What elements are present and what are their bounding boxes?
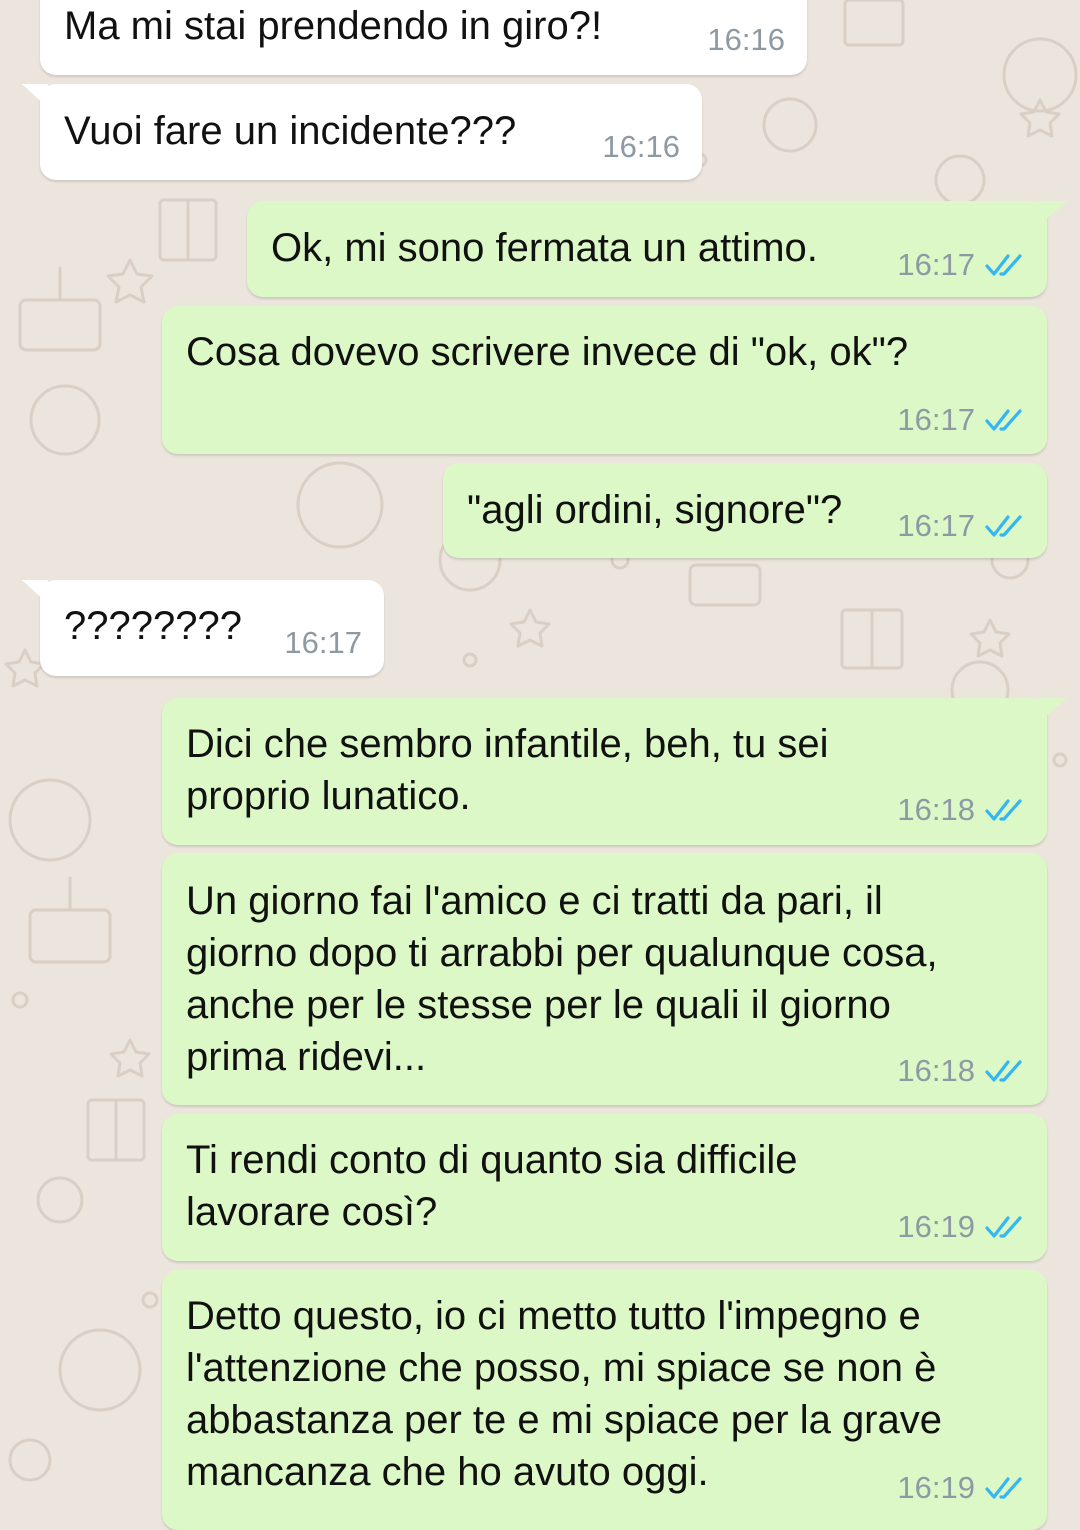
bubble-tail — [22, 84, 48, 108]
double-check-read-icon — [985, 1477, 1022, 1499]
message-text: Ok, mi sono fermata un attimo. — [271, 226, 818, 270]
message-text: "agli ordini, signore"? — [467, 488, 843, 532]
double-check-read-icon — [985, 1060, 1022, 1082]
message-text: Ti rendi conto di quanto sia difficile l… — [186, 1138, 798, 1234]
double-check-read-icon — [985, 1216, 1022, 1238]
message-time: 16:19 — [897, 1470, 975, 1505]
outgoing-message[interactable]: Detto questo, io ci metto tutto l'impegn… — [162, 1270, 1047, 1530]
message-meta: 16:16 — [707, 22, 785, 58]
outgoing-message[interactable]: Un giorno fai l'amico e ci tratti da par… — [162, 853, 1047, 1105]
message-time: 16:17 — [284, 625, 362, 660]
message-meta: 16:19 — [897, 1209, 1025, 1245]
message-meta: 16:19 — [897, 1470, 1025, 1506]
message-time: 16:18 — [897, 1053, 975, 1088]
message-meta: 16:17 — [897, 247, 1025, 283]
outgoing-message[interactable]: Ti rendi conto di quanto sia difficile l… — [162, 1114, 1047, 1261]
message-text: Cosa dovevo scrivere invece di "ok, ok"? — [186, 330, 909, 374]
message-meta: 16:18 — [897, 792, 1025, 828]
message-text: Un giorno fai l'amico e ci tratti da par… — [186, 879, 938, 1079]
bubble-tail — [1039, 698, 1067, 722]
double-check-read-icon — [985, 515, 1022, 537]
message-meta: 16:17 — [897, 508, 1025, 544]
message-time: 16:16 — [602, 129, 680, 164]
message-time: 16:18 — [897, 792, 975, 827]
message-time: 16:19 — [897, 1209, 975, 1244]
message-meta: 16:17 — [897, 402, 1025, 438]
incoming-message[interactable]: Vuoi fare un incidente??? 16:16 — [22, 84, 702, 180]
message-text: Dici che sembro infantile, beh, tu sei p… — [186, 722, 829, 818]
outgoing-message[interactable]: Cosa dovevo scrivere invece di "ok, ok"?… — [162, 306, 1047, 454]
outgoing-message[interactable]: Ok, mi sono fermata un attimo. 16:17 — [247, 201, 1067, 297]
message-time: 16:17 — [897, 402, 975, 437]
double-check-read-icon — [985, 409, 1022, 431]
message-meta: 16:16 — [602, 129, 680, 165]
message-text: Ma mi stai prendendo in giro?! — [64, 4, 603, 48]
message-time: 16:17 — [897, 508, 975, 543]
outgoing-message[interactable]: "agli ordini, signore"? 16:17 — [443, 463, 1047, 558]
message-text: ???????? — [64, 604, 242, 648]
incoming-message[interactable]: ???????? 16:17 — [22, 580, 384, 676]
message-time: 16:16 — [707, 22, 785, 57]
outgoing-message[interactable]: Dici che sembro infantile, beh, tu sei p… — [162, 698, 1067, 845]
bubble-tail — [22, 580, 48, 604]
message-text: Detto questo, io ci metto tutto l'impegn… — [186, 1294, 942, 1494]
double-check-read-icon — [985, 799, 1022, 821]
message-time: 16:17 — [897, 247, 975, 282]
double-check-read-icon — [985, 254, 1022, 276]
message-meta: 16:18 — [897, 1053, 1025, 1089]
bubble-tail — [1039, 201, 1067, 225]
incoming-message[interactable]: Ma mi stai prendendo in giro?! 16:16 — [40, 0, 807, 75]
message-text: Vuoi fare un incidente??? — [64, 109, 517, 153]
message-meta: 16:17 — [284, 625, 362, 661]
